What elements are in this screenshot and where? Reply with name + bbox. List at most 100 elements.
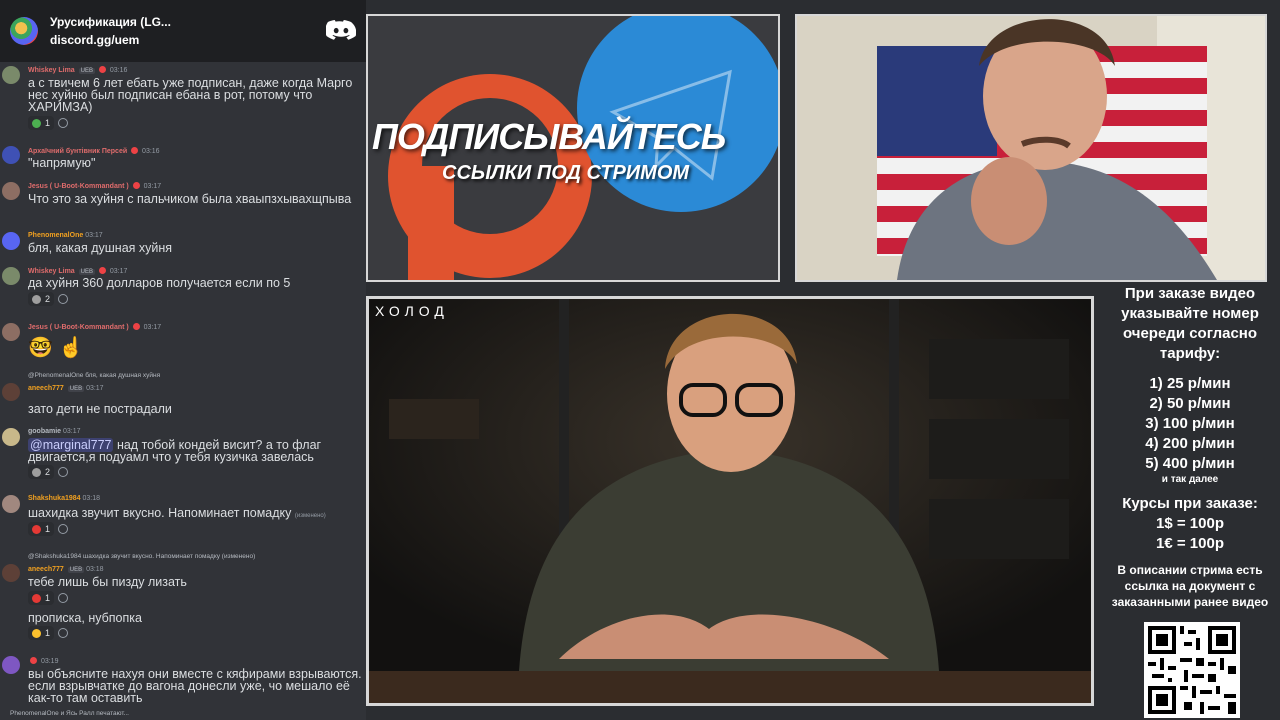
reaction-button[interactable]: 1	[28, 116, 55, 130]
emoji-icon	[32, 467, 41, 477]
reaction-row: 1	[28, 591, 69, 605]
reaction-button[interactable]: 1	[28, 522, 55, 536]
qr-code-icon[interactable]	[1144, 622, 1240, 718]
reaction-button[interactable]: 1	[28, 591, 55, 605]
reaction-count: 2	[45, 467, 51, 477]
server-icon	[10, 17, 38, 45]
username[interactable]: goobamie	[28, 428, 61, 435]
username[interactable]: aneech777	[28, 385, 64, 392]
avatar	[2, 146, 20, 164]
rate-item: 1€ = 100р	[1156, 535, 1224, 552]
stream-layout: Урусификация (LG... discord.gg/uem Whisk…	[0, 0, 1280, 720]
reaction-row: 1	[28, 116, 69, 130]
message-text: а с твичем 6 лет ебать уже подписан, даж…	[28, 76, 353, 114]
reaction-count: 2	[45, 294, 51, 304]
banner-title: ПОДПИСЫВАЙТЕСЬ	[372, 116, 726, 157]
description-note: В описании стрима есть ссылка на докумен…	[1111, 563, 1269, 609]
avatar	[2, 66, 20, 84]
message-text: "напрямую"	[28, 156, 96, 170]
username[interactable]: Архаїчний бунтівник Персей	[28, 148, 127, 155]
username[interactable]: Whiskey Lima	[28, 67, 75, 74]
message-text: шахидка звучит вкусно. Напоминает помадк…	[28, 506, 326, 520]
avatar	[2, 232, 20, 250]
message-text: Что это за хуйня с пальчиком была хваыпз…	[28, 192, 352, 206]
message-text: зато дети не пострадали	[28, 402, 172, 416]
reaction-row: 1	[28, 626, 69, 640]
reaction-row: 2	[28, 465, 69, 479]
reaction-row: 1	[28, 522, 69, 536]
message-text: прописка, нубпопка	[28, 611, 142, 625]
username[interactable]: aneech777	[28, 566, 64, 573]
add-reaction-icon[interactable]	[58, 294, 69, 304]
timestamp: 03:16	[109, 67, 128, 74]
message-text: да хуйня 360 долларов получается если по…	[28, 276, 291, 290]
status-icon	[132, 323, 140, 330]
status-icon	[132, 182, 140, 189]
timestamp: 03:16	[142, 148, 160, 155]
server-name: Урусификация (LG...	[50, 15, 171, 29]
tariff-etc: и так далее	[1161, 474, 1219, 485]
main-video-player[interactable]: ХОЛОД	[366, 296, 1094, 706]
status-icon	[131, 147, 139, 154]
timestamp: 03:17	[143, 183, 162, 190]
username[interactable]: Jesus ( U-Boot-Kommandant )	[28, 183, 129, 190]
subscribe-banner: ПОДПИСЫВАЙТЕСЬ ССЫЛКИ ПОД СТРИМОМ	[366, 14, 780, 282]
reply-preview[interactable]: @Shakshuka1984 шахидка звучит вкусно. На…	[28, 553, 255, 560]
discord-logo-icon	[326, 20, 356, 40]
discord-chat-panel: Урусификация (LG... discord.gg/uem Whisk…	[0, 0, 366, 720]
message-text: бля, какая душная хуйня	[28, 241, 173, 255]
webcam-feed	[795, 14, 1267, 282]
emoji-icon	[32, 294, 41, 304]
timestamp: 03:17	[63, 428, 81, 435]
reaction-button[interactable]: 2	[28, 292, 55, 306]
status-icon	[98, 267, 106, 274]
server-invite-link[interactable]: discord.gg/uem	[50, 33, 326, 47]
emoji-icon	[32, 118, 41, 128]
timestamp: 03:17	[109, 268, 128, 275]
tariff-item: 4) 200 р/мин	[1145, 435, 1235, 452]
avatar	[2, 182, 20, 200]
rate-item: 1$ = 100р	[1156, 515, 1224, 532]
username[interactable]: Shakshuka1984	[28, 495, 81, 502]
tariff-item: 3) 100 р/мин	[1145, 415, 1235, 432]
avatar	[2, 323, 20, 341]
video-watermark: ХОЛОД	[375, 303, 449, 319]
username[interactable]: Jesus ( U-Boot-Kommandant )	[28, 324, 129, 331]
username[interactable]: Whiskey Lima	[28, 268, 75, 275]
reaction-count: 1	[45, 593, 51, 603]
role-badge: UEB	[67, 386, 85, 392]
reaction-count: 1	[45, 524, 51, 534]
video-frame	[369, 299, 1091, 703]
banner-subtitle: ССЫЛКИ ПОД СТРИМОМ	[442, 162, 690, 184]
timestamp: 03:18	[82, 495, 101, 502]
username[interactable]: PhenomenalOne	[28, 232, 83, 239]
add-reaction-icon[interactable]	[58, 524, 69, 534]
emoji-icon	[32, 524, 41, 534]
add-reaction-icon[interactable]	[58, 593, 69, 603]
timestamp: 03:17	[86, 385, 104, 392]
avatar	[2, 428, 20, 446]
role-badge: UEB	[78, 269, 95, 275]
edited-label: (изменено)	[294, 513, 326, 519]
add-reaction-icon[interactable]	[58, 118, 69, 128]
avatar	[2, 267, 20, 285]
role-badge: UEB	[67, 567, 85, 573]
reaction-row: 2	[28, 292, 69, 306]
chat-header: Урусификация (LG... discord.gg/uem	[0, 0, 366, 62]
reply-preview[interactable]: @PhenomenalOne бля, какая душная хуйня	[28, 372, 160, 379]
reaction-button[interactable]: 1	[28, 626, 55, 640]
emoji-icon	[32, 593, 41, 603]
order-info-panel: При заказе видео указывайте номер очеред…	[1100, 282, 1280, 720]
typing-indicator: PhenomenalOne и Ясь Ралл печатают...	[10, 710, 129, 717]
avatar	[2, 383, 20, 401]
status-icon	[98, 66, 106, 73]
avatar	[2, 564, 20, 582]
add-reaction-icon[interactable]	[58, 628, 69, 638]
tariff-item: 2) 50 р/мин	[1149, 395, 1231, 412]
timestamp: 03:17	[143, 324, 162, 331]
add-reaction-icon[interactable]	[58, 467, 69, 477]
order-heading: При заказе видео указывайте номер очеред…	[1121, 285, 1259, 362]
timestamp: 03:18	[86, 566, 104, 573]
avatar	[2, 656, 20, 674]
reaction-button[interactable]: 2	[28, 465, 55, 479]
